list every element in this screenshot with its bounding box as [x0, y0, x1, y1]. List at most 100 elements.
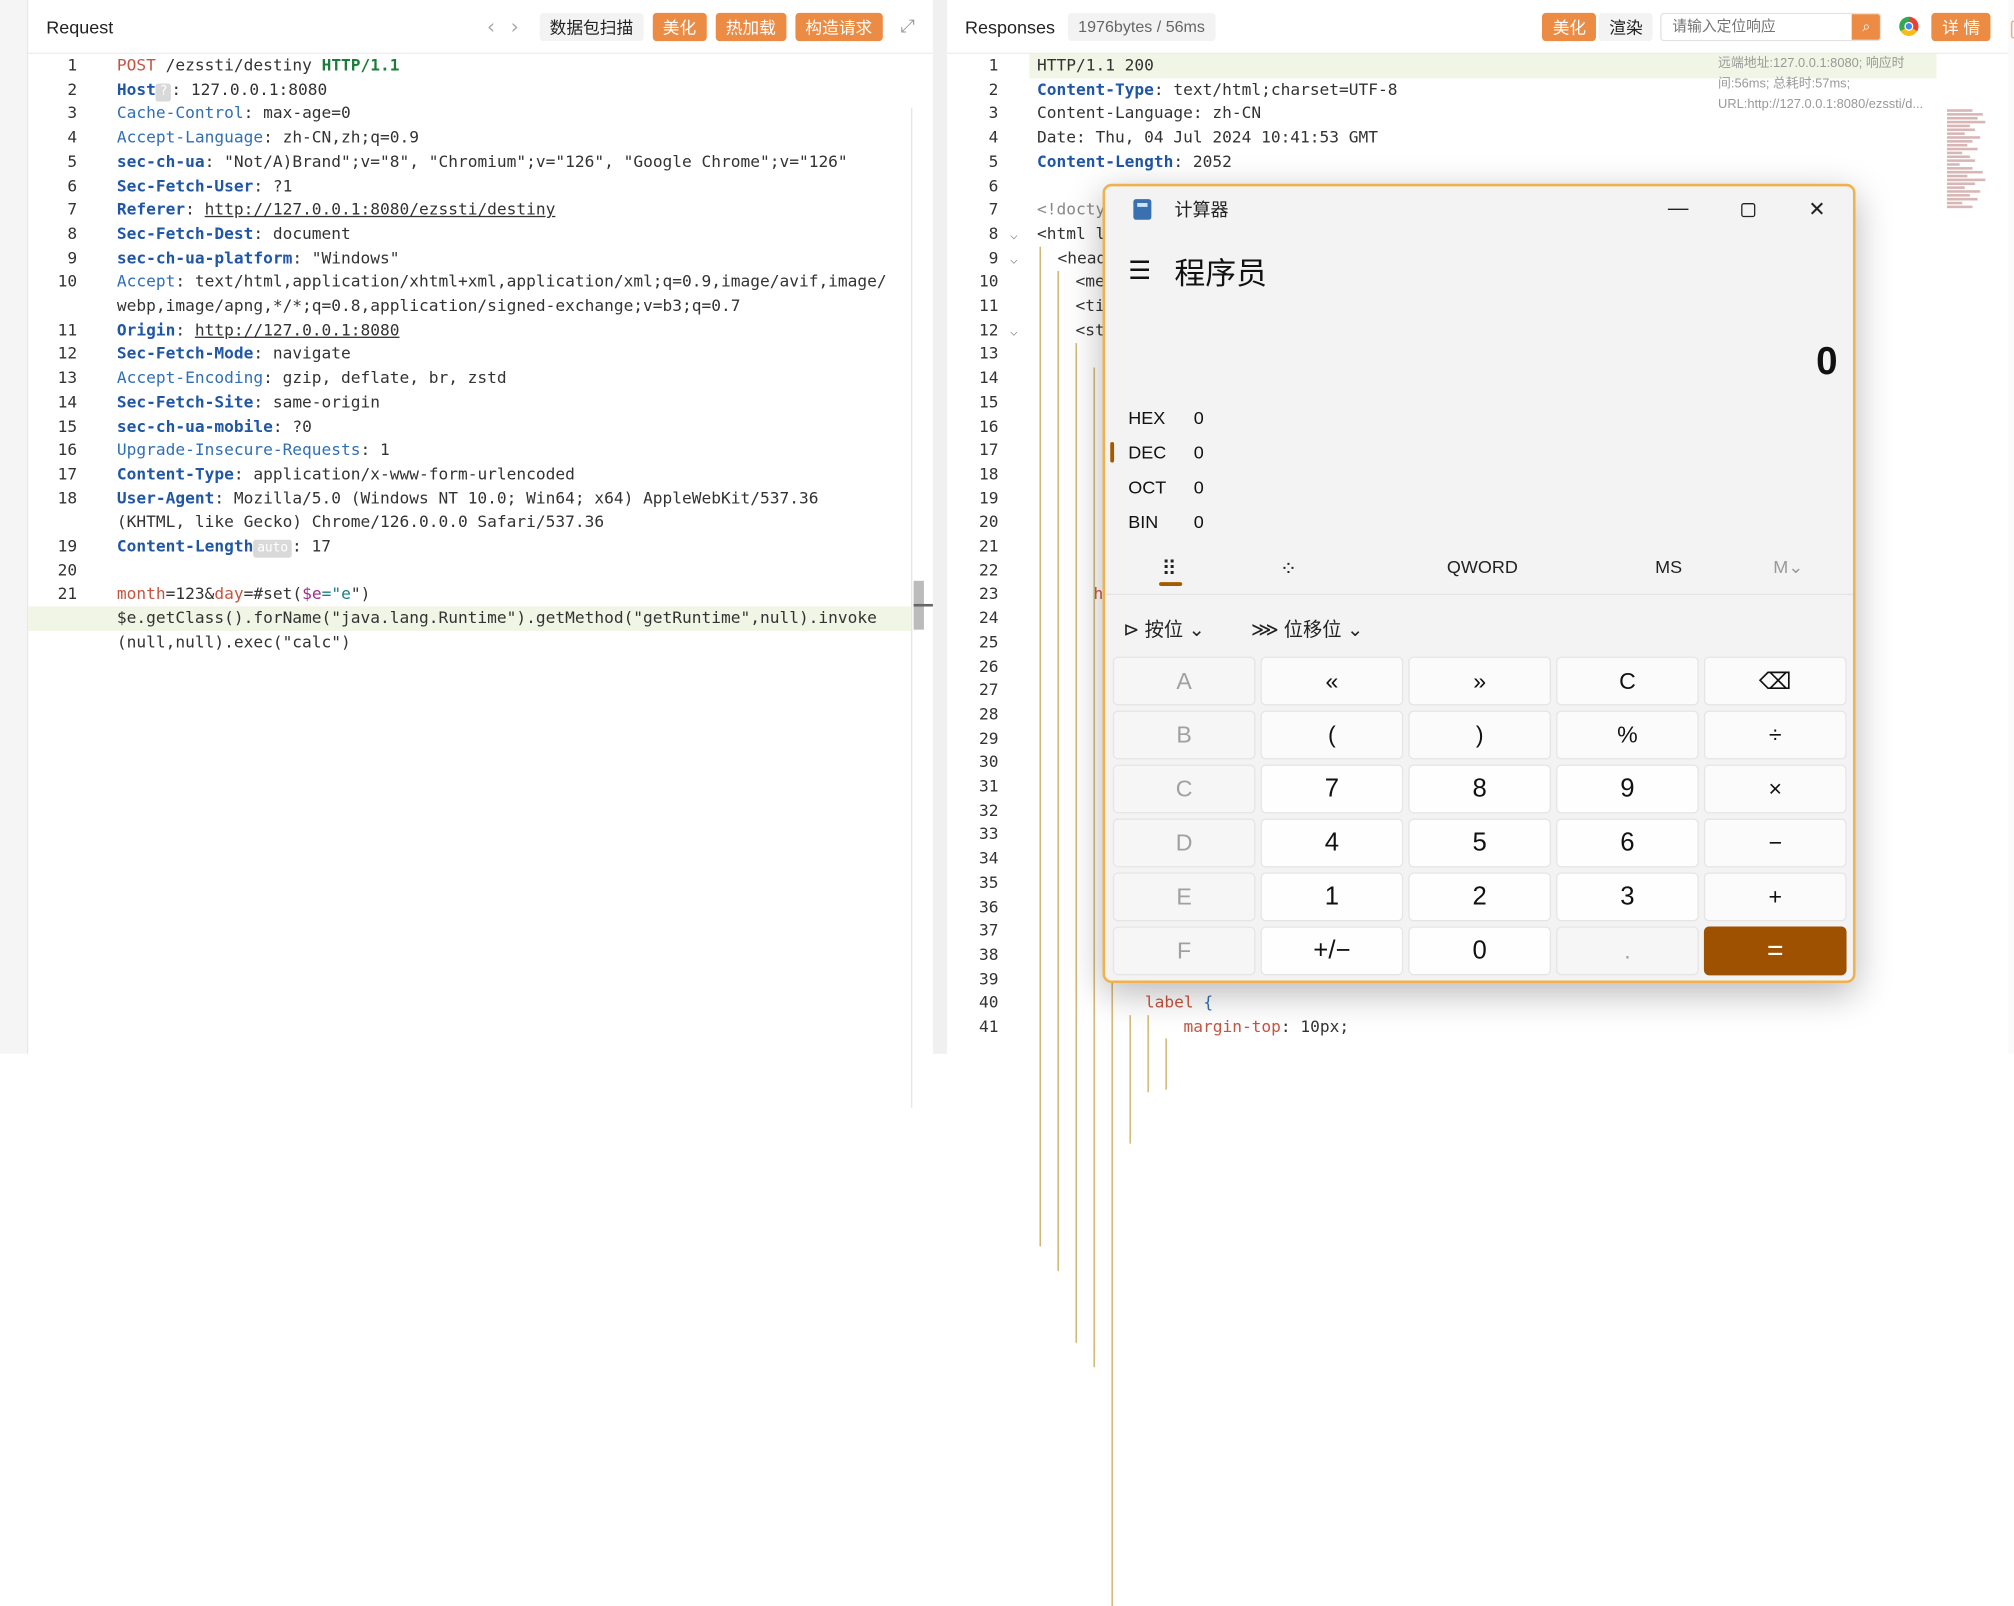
calc-key[interactable]: C — [1556, 656, 1699, 706]
calculator-app-icon — [1133, 199, 1152, 220]
code-line: Sec-Fetch-User: ?1 — [116, 175, 293, 195]
code-minimap[interactable] — [1946, 108, 1993, 301]
text-cursor — [913, 603, 935, 607]
locate-search-input[interactable] — [1661, 13, 1853, 40]
auto-badge: auto — [253, 539, 293, 558]
calc-key: E — [1112, 872, 1256, 922]
radix-row-hex[interactable]: HEX 0 — [1128, 407, 1204, 428]
code-line: Content-Type: application/x-www-form-url… — [116, 463, 575, 484]
search-icon[interactable]: ⌕ — [1852, 13, 1881, 40]
hamburger-menu-icon[interactable]: ☰ — [1128, 254, 1151, 286]
radix-row-dec[interactable]: DEC 0 — [1128, 442, 1204, 463]
code-line: Origin: http://127.0.0.1:8080 — [116, 319, 400, 339]
radix-selection-indicator — [1110, 442, 1115, 463]
close-icon[interactable]: ✕ — [1791, 191, 1842, 227]
calc-key[interactable]: 9 — [1556, 764, 1699, 814]
calculator-window[interactable]: 计算器 — ✕ ☰ 程序员 0 HEX 0 DEC 0 OCT 0 BIN 0 ⠿ ⁘ … — [1102, 183, 1856, 984]
indent-guide — [1057, 271, 1059, 1271]
build-request-button[interactable]: 构造请求 — [795, 12, 883, 41]
calc-key[interactable]: + — [1703, 872, 1847, 922]
scan-packet-button[interactable]: 数据包扫描 — [539, 12, 644, 41]
calc-key[interactable]: × — [1703, 764, 1847, 814]
calc-key: . — [1556, 926, 1699, 976]
calc-key: F — [1112, 926, 1256, 976]
indent-guide — [1075, 343, 1077, 1343]
code-line-active: $e.getClass().forName("java.lang.Runtime… — [28, 606, 912, 631]
bitshift-icon: ⋙ — [1250, 619, 1279, 642]
code-line: month=123&day=#set($e="e") — [116, 583, 371, 604]
minimize-icon[interactable]: — — [1653, 191, 1704, 227]
calculator-tabs: ⠿ ⁘ QWORD MS M⌄ — [1105, 549, 1853, 595]
beautify-request-button[interactable]: 美化 — [652, 12, 707, 41]
forward-arrow-icon[interactable]: › — [511, 14, 519, 38]
calc-key: C — [1112, 764, 1256, 814]
calc-key[interactable]: 6 — [1556, 818, 1699, 868]
code-line: margin-top: 10px; — [1183, 1016, 1350, 1036]
left-edge-strip — [0, 0, 29, 1054]
calculator-window-title: 计算器 — [1174, 199, 1229, 220]
keypad-icon[interactable]: ⠿ — [1162, 556, 1177, 582]
calc-key[interactable]: = — [1703, 926, 1847, 976]
calc-key[interactable]: « — [1260, 656, 1404, 706]
radix-row-oct[interactable]: OCT 0 — [1128, 477, 1204, 498]
chrome-icon[interactable] — [1899, 16, 1919, 36]
response-toolbar: Responses 1976bytes / 56ms 美化 渲染 ⌕ 详 情 — [947, 0, 2009, 54]
indent-guide — [1039, 246, 1041, 1247]
calc-key[interactable]: +/− — [1260, 926, 1404, 976]
indent-guide — [1093, 367, 1095, 1368]
expand-icon[interactable]: ⤢ — [901, 16, 915, 37]
code-line: Host?: 127.0.0.1:8080 — [28, 78, 933, 102]
chevron-down-icon: ⌄ — [1188, 619, 1205, 642]
radix-row-bin[interactable]: BIN 0 — [1128, 511, 1204, 532]
calc-key[interactable]: ÷ — [1703, 710, 1847, 760]
code-line: Accept: text/html,application/xhtml+xml,… — [116, 271, 887, 291]
line-number: 20 — [57, 559, 78, 580]
code-line: (KHTML, like Gecko) Chrome/126.0.0.0 Saf… — [116, 511, 605, 532]
calc-key[interactable]: 8 — [1408, 764, 1551, 814]
bitwise-dropdown[interactable]: ⊳ 按位 ⌄ — [1123, 616, 1205, 643]
calc-key[interactable]: ⌫ — [1703, 656, 1847, 706]
code-line: POST /ezssti/destiny HTTP/1.1 — [116, 55, 400, 75]
calc-key[interactable]: − — [1703, 818, 1847, 868]
maximize-icon[interactable] — [1722, 191, 1773, 227]
calc-key[interactable]: » — [1408, 656, 1551, 706]
memory-store-button[interactable]: MS — [1655, 556, 1682, 577]
calc-key[interactable]: 3 — [1556, 872, 1699, 922]
code-line: sec-ch-ua-mobile: ?0 — [116, 415, 312, 435]
render-button[interactable]: 渲染 — [1599, 12, 1653, 41]
active-tab-underline — [1159, 582, 1183, 586]
calculator-mode-header: ☰ 程序员 — [1128, 248, 1267, 293]
code-line: webp,image/apng,*/*;q=0.8,application/si… — [116, 295, 741, 315]
calc-key: A — [1112, 656, 1256, 706]
calc-key[interactable]: ) — [1408, 710, 1551, 760]
calc-key: D — [1112, 818, 1256, 868]
memory-menu-button[interactable]: M⌄ — [1773, 556, 1803, 578]
calc-key[interactable]: % — [1556, 710, 1699, 760]
beautify-response-button[interactable]: 美化 — [1542, 12, 1597, 41]
bit-toggle-keypad-icon[interactable]: ⁘ — [1280, 556, 1297, 582]
right-edge-strip — [2008, 0, 2014, 1054]
response-title: Responses — [965, 16, 1056, 37]
hotload-button[interactable]: 热加载 — [715, 12, 787, 41]
calc-key[interactable]: 5 — [1408, 818, 1551, 868]
code-line: Content-Length: 2052 — [1036, 151, 1232, 171]
calc-key[interactable]: 4 — [1260, 818, 1404, 868]
code-line: Content-Length auto: 17 — [28, 535, 933, 559]
calc-key[interactable]: ( — [1260, 710, 1404, 760]
code-line: sec-ch-ua-platform: "Windows" — [116, 247, 400, 267]
bitshift-dropdown[interactable]: ⋙ 位移位 ⌄ — [1251, 616, 1363, 643]
request-panel: Request ‹ › 数据包扫描 美化 热加载 构造请求 ⤢ 12345678… — [28, 0, 935, 1108]
calc-key[interactable]: 1 — [1260, 872, 1404, 922]
code-line: Sec-Fetch-Dest: document — [116, 223, 351, 243]
calc-key[interactable]: 7 — [1260, 764, 1404, 814]
code-line: Accept-Language: zh-CN,zh;q=0.9 — [116, 127, 419, 147]
request-editor[interactable]: 12345678910111213141516171819202122 POST… — [28, 54, 935, 1108]
back-arrow-icon[interactable]: ‹ — [487, 14, 495, 38]
panel-splitter[interactable] — [932, 0, 948, 1054]
calc-key[interactable]: 2 — [1408, 872, 1551, 922]
calc-key[interactable]: 0 — [1408, 926, 1551, 976]
code-line: sec-ch-ua: "Not/A)Brand";v="8", "Chromiu… — [116, 151, 848, 171]
details-button[interactable]: 详 情 — [1931, 12, 1991, 41]
word-size-button[interactable]: QWORD — [1447, 556, 1518, 577]
code-line: (null,null).exec("calc") — [116, 631, 351, 652]
